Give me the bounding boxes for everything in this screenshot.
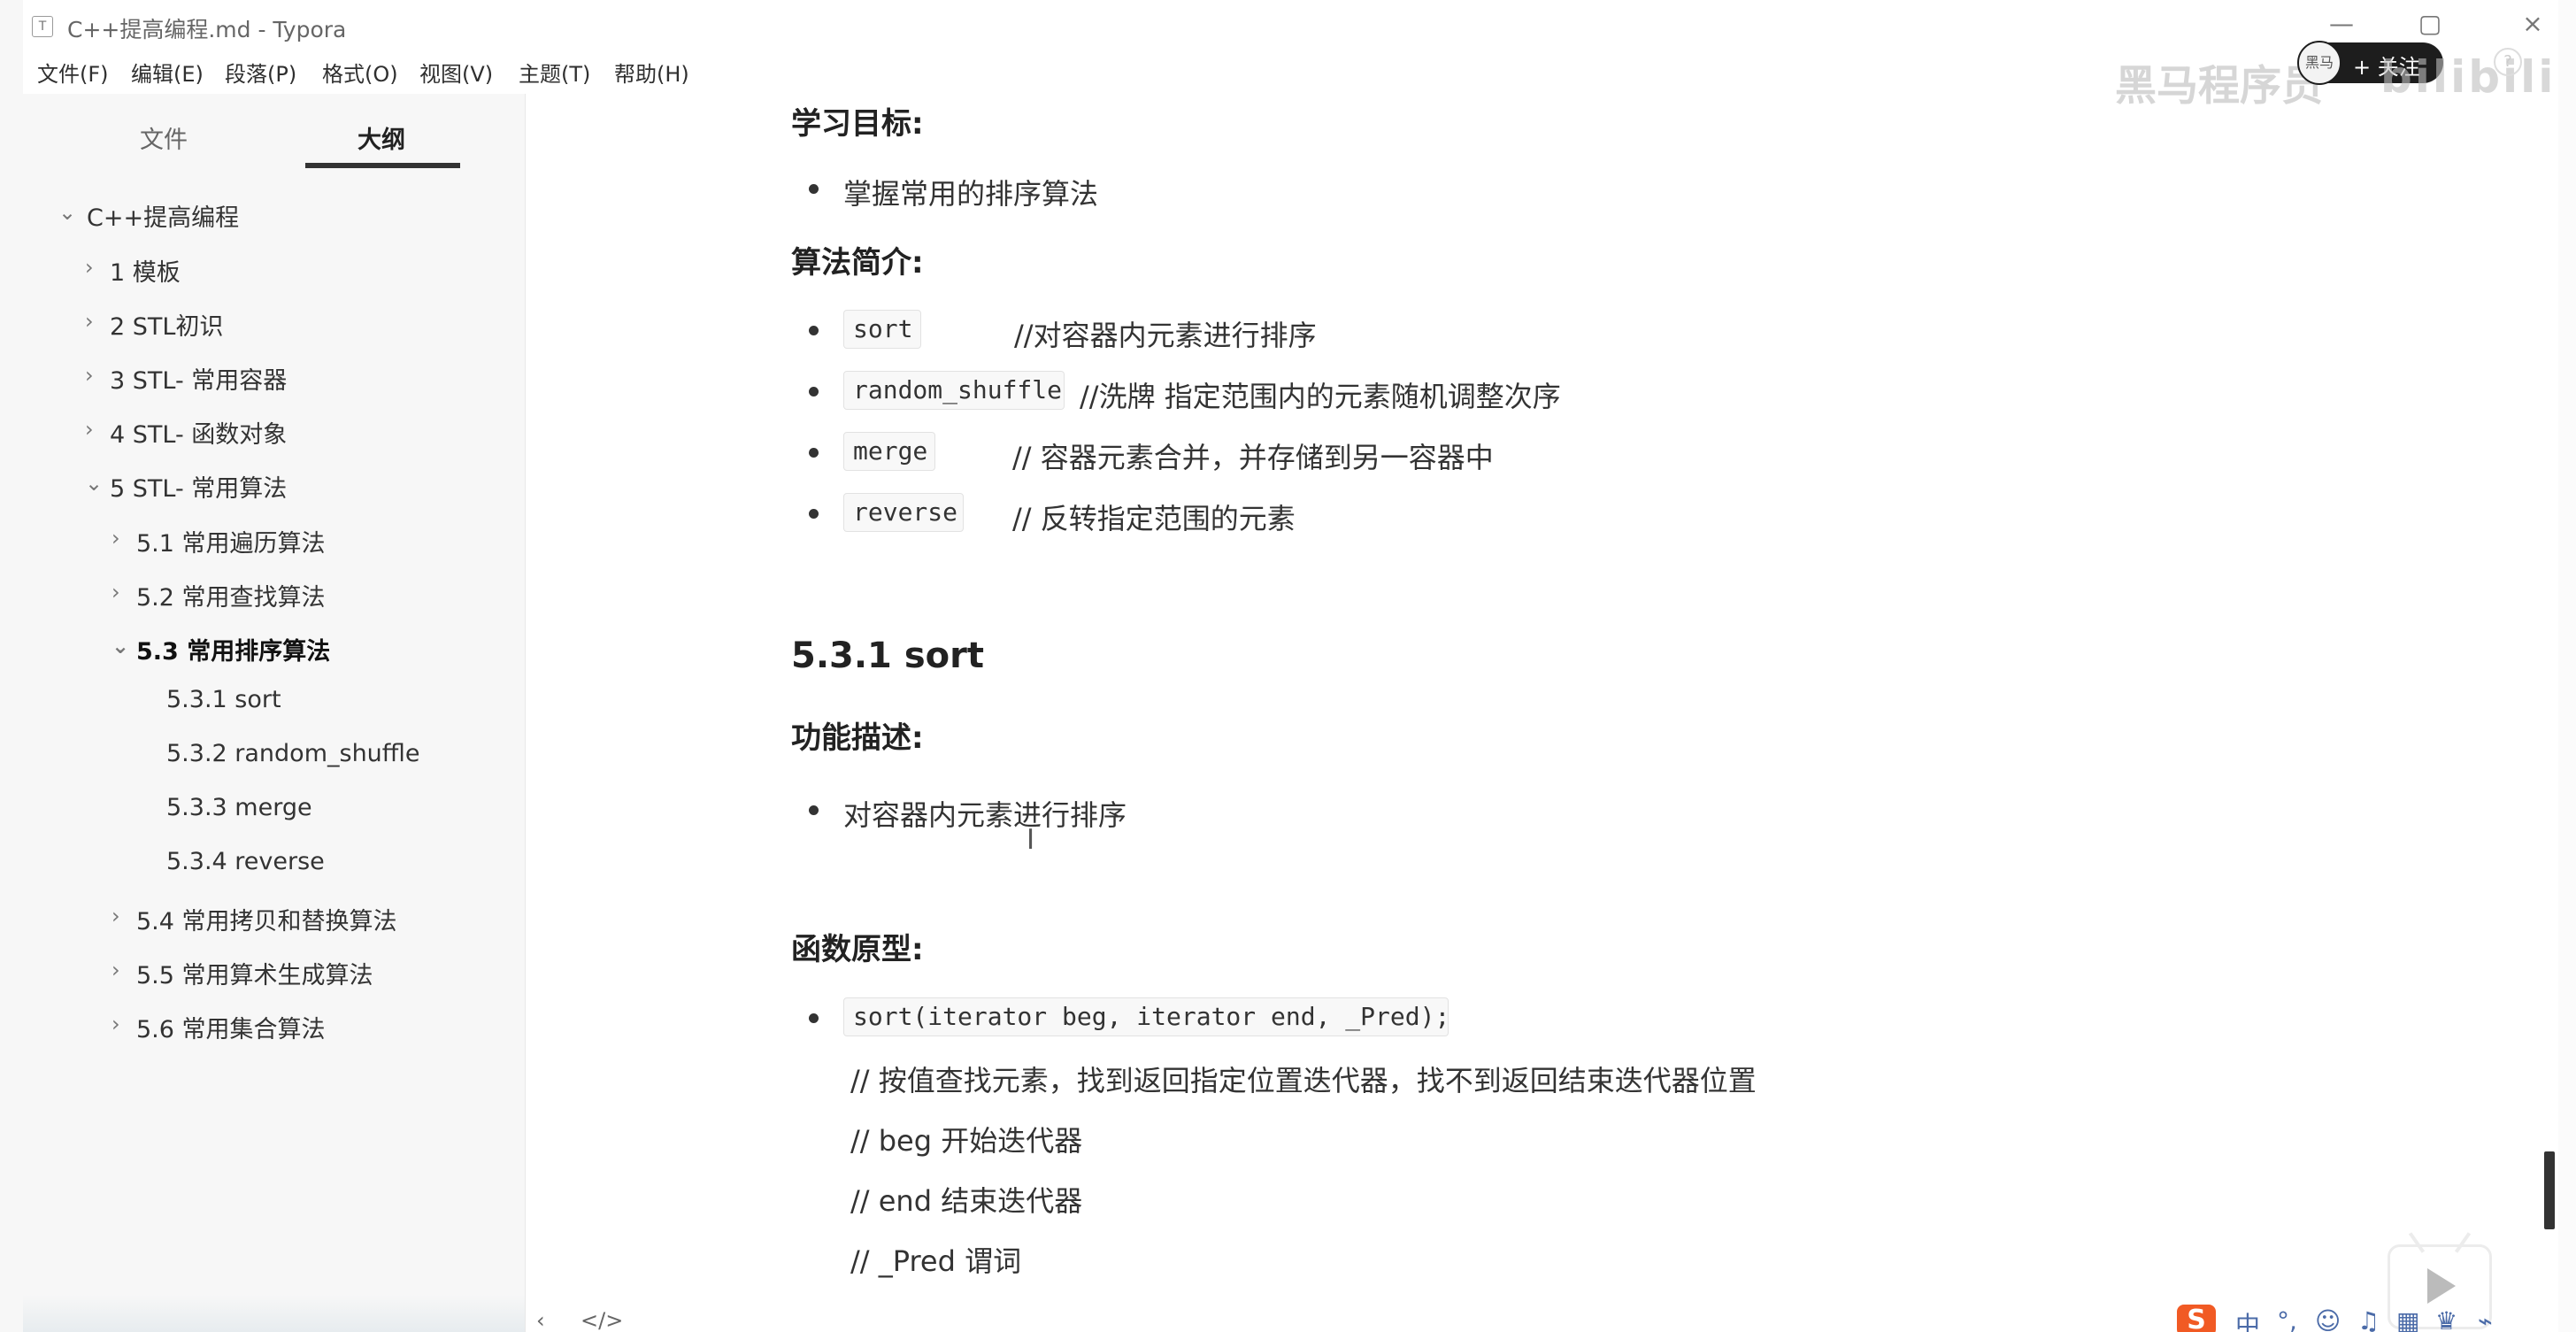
code-comment: // 容器元素合并，并存储到另一容器中 — [1012, 441, 1494, 474]
window-title: C++提高编程.md - Typora — [67, 17, 347, 42]
keyboard-icon[interactable]: ▦ — [2396, 1306, 2419, 1332]
bullet-icon — [809, 387, 819, 397]
close-button[interactable]: × — [2513, 9, 2552, 39]
function-description-text: 对容器内元素进行排序 — [843, 798, 1127, 832]
document-editor[interactable]: 学习目标: 掌握常用的排序算法 算法简介: sort //对容器内元素进行排序 … — [526, 94, 2558, 1332]
tab-outline[interactable]: 大纲 — [358, 120, 405, 155]
chevron-right-icon[interactable]: › — [111, 580, 133, 604]
emoji-icon[interactable]: ☺ — [2315, 1306, 2341, 1332]
chevron-right-icon[interactable]: › — [111, 1012, 133, 1036]
section-heading: 5.3.1 sort — [791, 635, 984, 676]
title-bar: T C++提高编程.md - Typora — ▢ × — [23, 0, 2558, 49]
bilibili-watermark: bilibili — [2380, 51, 2557, 103]
bullet-icon — [809, 1013, 819, 1023]
chevron-down-icon[interactable]: ⌄ — [85, 471, 106, 496]
play-icon[interactable] — [2427, 1268, 2456, 1304]
prototype-heading: 函数原型: — [791, 932, 924, 967]
chevron-down-icon[interactable]: ⌄ — [58, 200, 80, 225]
inline-code: sort — [843, 310, 921, 349]
bullet-icon — [809, 805, 819, 815]
algorithm-intro-heading: 算法简介: — [791, 245, 924, 281]
chevron-right-icon[interactable]: › — [111, 904, 133, 928]
skin-icon[interactable]: ♛ — [2435, 1306, 2457, 1332]
outline-label: 4 STL- 函数对象 — [110, 421, 288, 449]
function-prototype-code: sort(iterator beg, iterator end, _Pred); — [843, 997, 1449, 1036]
outline-label: 2 STL初识 — [110, 313, 224, 341]
menu-help[interactable]: 帮助(H) — [614, 57, 689, 88]
chevron-right-icon[interactable]: › — [85, 363, 106, 388]
sidebar-footer — [23, 1295, 525, 1332]
outline-label: 1 模板 — [110, 259, 181, 287]
chevron-right-icon[interactable]: › — [85, 417, 106, 442]
chevron-right-icon[interactable]: › — [111, 526, 133, 551]
inline-code: merge — [843, 432, 935, 471]
bullet-icon — [809, 448, 819, 458]
text-cursor-icon: I — [1027, 824, 1035, 856]
bullet-icon — [809, 184, 819, 194]
chevron-right-icon[interactable]: › — [111, 958, 133, 982]
source-code-icon[interactable]: </> — [581, 1308, 623, 1332]
code-comment: // 反转指定范围的元素 — [1012, 502, 1296, 535]
editor-scrollbar-thumb[interactable] — [2544, 1151, 2555, 1229]
prototype-comment-line: // beg 开始迭代器 — [850, 1124, 1083, 1158]
code-comment: //对容器内元素进行排序 — [1014, 319, 1317, 352]
typora-app-icon: T — [32, 16, 53, 37]
menu-theme[interactable]: 主题(T) — [519, 57, 590, 88]
bullet-icon — [809, 326, 819, 335]
learning-goal-heading: 学习目标: — [791, 106, 924, 142]
outline-label: 5.2 常用查找算法 — [136, 584, 326, 612]
chevron-down-icon[interactable]: ⌄ — [111, 634, 133, 658]
outline-label: 3 STL- 常用容器 — [110, 367, 288, 395]
inline-code: reverse — [843, 493, 964, 532]
tab-files[interactable]: 文件 — [140, 120, 188, 155]
menu-format[interactable]: 格式(O) — [322, 57, 398, 88]
outline-label: 5.4 常用拷贝和替换算法 — [136, 908, 397, 935]
outline-label: 5.3.2 random_shuffle — [166, 740, 420, 767]
restore-button[interactable]: ▢ — [2411, 9, 2449, 39]
left-screen-edge — [0, 0, 23, 1332]
prototype-comment-line: // 按值查找元素，找到返回指定位置迭代器，找不到返回结束迭代器位置 — [850, 1064, 1757, 1097]
system-tray: S 中 °, ☺ ♫ ▦ ♛ ⌁ — [2177, 1305, 2541, 1332]
outline-sidebar: 文件 大纲 ⌄ C++提高编程 › 1 模板 › 2 STL初识 › 3 STL… — [23, 94, 526, 1332]
inline-code: random_shuffle — [843, 371, 1065, 410]
bullet-icon — [809, 509, 819, 519]
function-description-heading: 功能描述: — [791, 720, 924, 756]
minimize-button[interactable]: — — [2322, 9, 2361, 39]
watermark-brand: 黑马程序员 — [2115, 62, 2323, 111]
code-comment: //洗牌 指定范围内的元素随机调整次序 — [1080, 380, 1561, 413]
menu-edit[interactable]: 编辑(E) — [131, 57, 204, 88]
outline-label: C++提高编程 — [87, 204, 240, 232]
sogou-ime-icon[interactable]: S — [2177, 1305, 2216, 1332]
chevron-right-icon[interactable]: › — [85, 309, 106, 334]
outline-label: 5.1 常用遍历算法 — [136, 530, 326, 558]
active-tab-indicator — [305, 163, 460, 168]
bottom-toolbar: ‹ </> — [526, 1308, 623, 1332]
prototype-comment-line: // end 结束迭代器 — [850, 1184, 1083, 1218]
menu-view[interactable]: 视图(V) — [419, 57, 493, 88]
learning-goal-text: 掌握常用的排序算法 — [843, 177, 1099, 211]
chevron-left-icon[interactable]: ‹ — [536, 1308, 545, 1332]
outline-label: 5.3 常用排序算法 — [136, 638, 331, 666]
chinese-mode-icon[interactable]: 中 — [2235, 1306, 2260, 1332]
outline-label: 5.3.3 merge — [166, 794, 312, 821]
typora-window: T C++提高编程.md - Typora — ▢ × 文件(F) 编辑(E) … — [0, 0, 2576, 1332]
outline-label: 5.3.1 sort — [166, 686, 281, 713]
help-icon[interactable]: ? — [2494, 48, 2522, 76]
menu-file[interactable]: 文件(F) — [37, 57, 109, 88]
right-screen-edge — [2558, 0, 2576, 1332]
chevron-right-icon[interactable]: › — [85, 255, 106, 280]
punctuation-icon[interactable]: °, — [2277, 1306, 2297, 1332]
avatar[interactable]: 黑马 — [2297, 41, 2341, 85]
tools-icon[interactable]: ⌁ — [2478, 1306, 2493, 1332]
outline-label: 5.5 常用算术生成算法 — [136, 962, 373, 989]
menu-paragraph[interactable]: 段落(P) — [225, 57, 296, 88]
outline-label: 5 STL- 常用算法 — [110, 475, 288, 503]
microphone-icon[interactable]: ♫ — [2357, 1306, 2380, 1332]
outline-label: 5.6 常用集合算法 — [136, 1016, 326, 1043]
prototype-comment-line: // _Pred 谓词 — [850, 1244, 1022, 1278]
outline-label: 5.3.4 reverse — [166, 848, 325, 875]
